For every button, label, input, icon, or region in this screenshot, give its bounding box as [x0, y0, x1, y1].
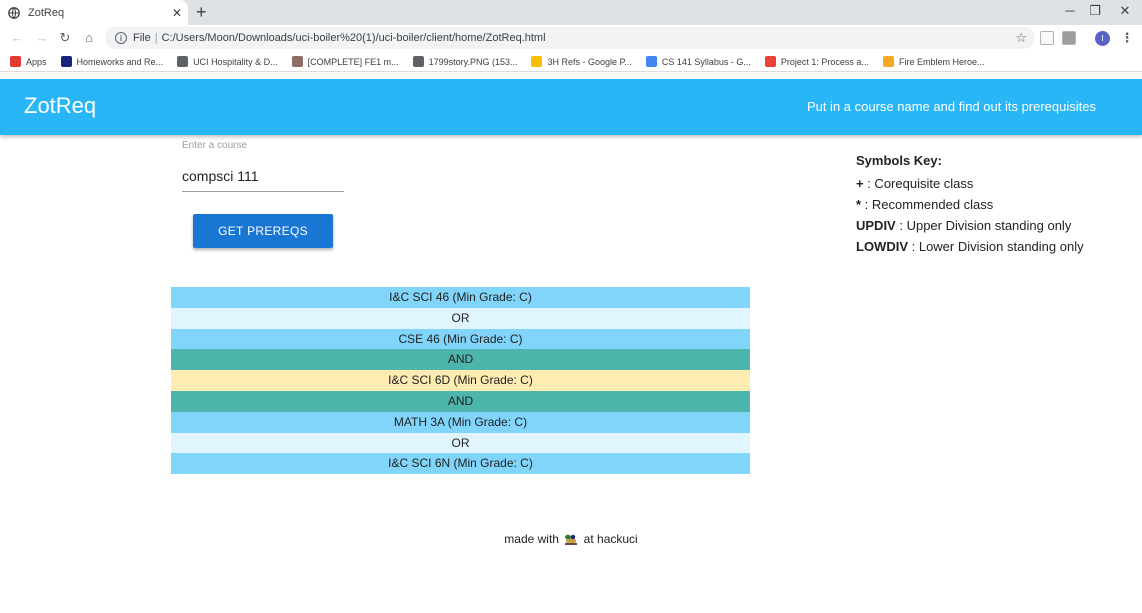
symbol-description: : Recommended class	[861, 197, 994, 212]
url-protocol: File	[133, 32, 151, 44]
bookmark-label: Project 1: Process a...	[780, 56, 869, 67]
back-icon[interactable]: ←	[8, 30, 26, 46]
restore-icon[interactable]: ❐	[1085, 3, 1105, 19]
bookmark-item[interactable]: Apps	[10, 56, 47, 67]
window-close-icon[interactable]: ✕	[1115, 3, 1135, 19]
seal-icon	[291, 56, 303, 67]
forward-icon[interactable]: →	[33, 30, 51, 46]
prereq-results: I&C SCI 46 (Min Grade: C) OR CSE 46 (Min…	[171, 287, 750, 475]
profile-avatar[interactable]: I	[1095, 31, 1110, 46]
symbol-description: : Upper Division standing only	[895, 218, 1072, 233]
prereq-row: CSE 46 (Min Grade: C)	[171, 328, 750, 350]
app-title: ZotReq	[24, 93, 97, 118]
globe-icon	[8, 6, 20, 19]
close-tab-icon[interactable]: ✕	[166, 6, 188, 20]
pinwheel-icon	[531, 56, 543, 67]
symbol: UPDIV	[856, 218, 896, 233]
prereq-row: I&C SCI 46 (Min Grade: C)	[171, 287, 750, 308]
bookmark-item[interactable]: 1799story.PNG (153...	[412, 56, 518, 67]
globe-icon	[177, 56, 189, 67]
reload-icon[interactable]: ↻	[56, 30, 74, 46]
bookmark-label: [COMPLETE] FE1 m...	[307, 56, 399, 67]
get-prereqs-button[interactable]: GET PREREQS	[193, 214, 333, 248]
bookmark-item[interactable]: Homeworks and Re...	[60, 56, 164, 67]
extension-icon[interactable]	[1040, 31, 1054, 45]
prereq-operator-row: OR	[171, 307, 750, 329]
new-tab-icon[interactable]: +	[196, 2, 207, 22]
minimize-icon[interactable]: ─	[1060, 3, 1080, 18]
bookmark-label: Fire Emblem Heroe...	[898, 56, 985, 67]
symbol: LOWDIV	[856, 239, 908, 254]
bookmark-star-icon[interactable]: ☆	[1015, 30, 1027, 46]
bookmark-label: 3H Refs - Google P...	[547, 56, 632, 67]
bookmark-label: CS 141 Syllabus - G...	[661, 56, 751, 67]
symbols-key: Symbols Key: + : Corequisite class * : R…	[856, 152, 1136, 257]
menu-kebab-icon[interactable]: ⋮	[1120, 30, 1134, 46]
prereq-row: MATH 3A (Min Grade: C)	[171, 411, 750, 433]
bookmark-item[interactable]: Project 1: Process a...	[764, 56, 869, 67]
bookmark-item[interactable]: [COMPLETE] FE1 m...	[291, 56, 399, 67]
home-icon[interactable]: ⌂	[80, 30, 98, 46]
prereq-row: I&C SCI 6N (Min Grade: C)	[171, 453, 750, 475]
symbols-key-title: Symbols Key:	[856, 153, 942, 168]
browser-toolbar: ← → ↻ ⌂ i File | C:/Users/Moon/Downloads…	[0, 25, 1142, 52]
symbol: +	[856, 176, 864, 191]
address-bar[interactable]: i File | C:/Users/Moon/Downloads/uci-boi…	[105, 27, 1035, 49]
symbols-key-item: LOWDIV : Lower Division standing only	[856, 236, 1136, 257]
course-input[interactable]	[182, 160, 344, 192]
globe-icon	[412, 56, 424, 67]
diamond-icon	[764, 56, 776, 67]
anteater-icon	[564, 532, 578, 546]
prereq-operator-row: OR	[171, 432, 750, 454]
symbol-description: : Corequisite class	[863, 176, 974, 191]
symbol-description: : Lower Division standing only	[908, 239, 1084, 254]
docs-icon	[645, 56, 657, 67]
bookmark-label: UCI Hospitality & D...	[193, 56, 278, 67]
bookmark-item[interactable]: 3H Refs - Google P...	[531, 56, 632, 67]
info-icon[interactable]: i	[115, 32, 127, 44]
footer: made with at hackuci	[0, 532, 1142, 546]
app-header: ZotReq Put in a course name and find out…	[0, 79, 1142, 135]
emblem-icon	[882, 56, 894, 67]
extension-icon[interactable]	[1062, 31, 1076, 45]
bookmark-item[interactable]: CS 141 Syllabus - G...	[645, 56, 751, 67]
url-text: C:/Users/Moon/Downloads/uci-boiler%20(1)…	[161, 32, 546, 44]
footer-text: made with	[504, 532, 559, 546]
bookmarks-bar: Apps Homeworks and Re... UCI Hospitality &…	[0, 52, 1142, 72]
bookmark-item[interactable]: UCI Hospitality & D...	[177, 56, 278, 67]
symbols-key-item: UPDIV : Upper Division standing only	[856, 215, 1136, 236]
bookmark-item[interactable]: Fire Emblem Heroe...	[882, 56, 985, 67]
browser-tab[interactable]: ZotReq ✕	[0, 0, 188, 25]
prereq-row: I&C SCI 6D (Min Grade: C)	[171, 370, 750, 391]
symbols-key-item: + : Corequisite class	[856, 173, 1136, 194]
prereq-operator-row: AND	[171, 349, 750, 371]
uci-icon	[60, 56, 72, 67]
tab-strip: ZotReq ✕ + ─ ❐ ✕	[0, 0, 1142, 25]
url-separator: |	[154, 32, 158, 44]
footer-text: at hackuci	[583, 532, 638, 546]
bookmark-label: Apps	[26, 56, 47, 67]
symbols-key-item: * : Recommended class	[856, 194, 1136, 215]
bookmark-label: Homeworks and Re...	[76, 56, 164, 67]
bookmark-label: 1799story.PNG (153...	[428, 56, 518, 67]
prereq-operator-row: AND	[171, 390, 750, 412]
app-tagline: Put in a course name and find out its pr…	[806, 99, 1096, 114]
course-input-label: Enter a course	[182, 140, 248, 151]
tab-title: ZotReq	[28, 6, 65, 19]
apps-grid-icon	[10, 56, 21, 67]
